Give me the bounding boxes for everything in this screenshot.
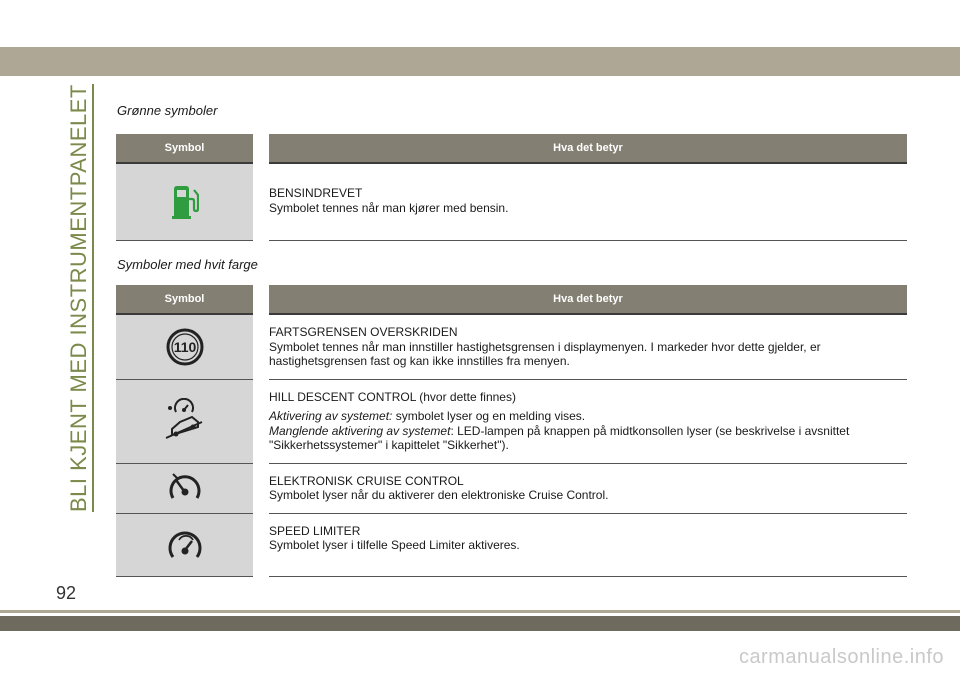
symbol-description: Symbolet tennes når man kjører med bensi… xyxy=(269,200,509,215)
symbol-title: BENSINDREVET xyxy=(269,186,363,200)
icon-cell xyxy=(116,463,269,514)
activation-text: symbolet lyser og en melding vises. xyxy=(392,409,586,423)
column-header-meaning: Hva det betyr xyxy=(261,285,907,315)
table-row: BENSINDREVET Symbolet tennes når man kjø… xyxy=(116,163,907,241)
symbol-title: FARTSGRENSEN OVERSKRIDEN xyxy=(269,325,458,339)
symbol-description: Symbolet tennes når man innstiller hasti… xyxy=(269,339,821,369)
symbol-description: Symbolet lyser i tilfelle Speed Limiter … xyxy=(269,538,520,552)
cruise-control-icon xyxy=(169,473,200,499)
symbol-title: HILL DESCENT CONTROL (hvor dette finnes) xyxy=(269,389,516,404)
white-section-heading: Symboler med hvit farge xyxy=(117,257,258,272)
icon-cell: 110 xyxy=(116,314,269,380)
page-number: 92 xyxy=(56,583,77,603)
speed-limit-110-icon: 110 xyxy=(166,328,203,366)
table-row: HILL DESCENT CONTROL (hvor dette finnes)… xyxy=(116,379,907,464)
symbol-title: ELEKTRONISK CRUISE CONTROL xyxy=(269,473,464,488)
meaning-cell: BENSINDREVET Symbolet tennes når man kjø… xyxy=(261,163,907,241)
meaning-cell: FARTSGRENSEN OVERSKRIDEN Symbolet tennes… xyxy=(261,314,907,380)
green-section-heading: Grønne symboler xyxy=(117,103,218,118)
deactivation-label: Manglende aktivering av systemet xyxy=(269,423,451,438)
white-symbols-table: Symbol Hva det betyr 110 FARTSGRENSEN OV… xyxy=(116,285,907,577)
top-decorative-band xyxy=(0,47,960,76)
table-row: 110 FARTSGRENSEN OVERSKRIDEN Symbolet te… xyxy=(116,314,907,380)
table-row: ELEKTRONISK CRUISE CONTROL Symbolet lyse… xyxy=(116,463,907,514)
symbol-description: Symbolet lyser når du aktiverer den elek… xyxy=(269,488,609,502)
chapter-side-title: BLI KJENT MED INSTRUMENTPANELET xyxy=(62,72,96,512)
table-header-row: Symbol Hva det betyr xyxy=(116,285,907,315)
svg-text:110: 110 xyxy=(173,339,196,355)
column-header-meaning: Hva det betyr xyxy=(261,134,907,164)
activation-label: Aktivering av systemet: xyxy=(269,409,393,423)
table-row: SPEED LIMITER Symbolet lyser i tilfelle … xyxy=(116,513,907,577)
symbol-title: SPEED LIMITER xyxy=(269,523,361,538)
green-symbols-table: Symbol Hva det betyr BENSINDREVET Symbol… xyxy=(116,134,907,241)
meaning-cell: SPEED LIMITER Symbolet lyser i tilfelle … xyxy=(261,513,907,577)
fuel-pump-icon xyxy=(171,186,199,219)
table-header-row: Symbol Hva det betyr xyxy=(116,134,907,164)
meaning-cell: HILL DESCENT CONTROL (hvor dette finnes)… xyxy=(261,379,907,464)
icon-cell xyxy=(116,513,269,577)
column-header-symbol: Symbol xyxy=(116,285,269,315)
icon-cell xyxy=(116,163,269,241)
meaning-cell: ELEKTRONISK CRUISE CONTROL Symbolet lyse… xyxy=(261,463,907,514)
column-header-symbol: Symbol xyxy=(116,134,269,164)
bottom-decorative-line xyxy=(0,610,960,613)
speed-limiter-icon xyxy=(168,531,201,558)
icon-cell xyxy=(116,379,269,464)
watermark-text: carmanualsonline.info xyxy=(738,646,944,668)
hill-descent-icon xyxy=(165,398,202,439)
bottom-decorative-band xyxy=(0,616,960,631)
